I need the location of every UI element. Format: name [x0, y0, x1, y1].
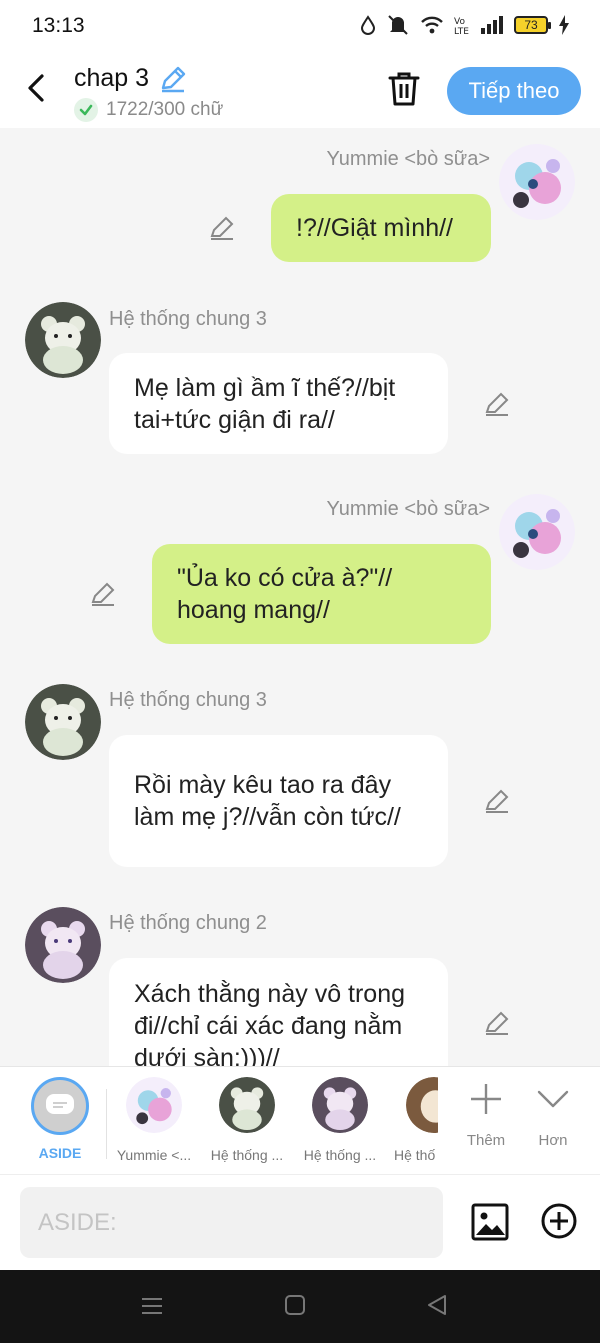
message-bubble[interactable]: Xách thằng này vô trong đi//chỉ cái xác …: [109, 958, 448, 1066]
header: chap 3 1722/300 chữ Tiếp theo: [0, 52, 600, 128]
wifi-icon: [421, 16, 443, 34]
mute-icon: [388, 15, 408, 35]
aside-label: ASIDE: [38, 1145, 82, 1161]
character-item[interactable]: Hệ thống ...: [295, 1077, 385, 1163]
avatar[interactable]: [25, 907, 101, 983]
pencil-icon[interactable]: [483, 390, 511, 418]
signal-icon: [481, 16, 503, 34]
svg-text:Vo: Vo: [454, 17, 465, 27]
drop-icon: [360, 15, 376, 35]
pencil-icon[interactable]: [483, 787, 511, 815]
check-icon: [74, 98, 98, 122]
trash-icon[interactable]: [386, 70, 422, 108]
character-label: Hệ thống ...: [210, 1147, 284, 1163]
character-label: Yummie <...: [116, 1147, 192, 1163]
message-input[interactable]: [20, 1187, 443, 1258]
system-nav-bar: [0, 1270, 600, 1343]
charging-icon: [559, 15, 569, 35]
svg-text:LTE: LTE: [454, 27, 469, 35]
home-icon[interactable]: [284, 1294, 306, 1316]
message-bubble[interactable]: Mẹ làm gì ầm ĩ thế?//bịt tai+tức giận đi…: [109, 353, 448, 454]
pencil-icon[interactable]: [483, 1009, 511, 1037]
status-bar: 13:13 Vo LTE 73: [0, 0, 600, 52]
character-item[interactable]: Hệ thố: [388, 1077, 438, 1163]
pencil-icon[interactable]: [89, 580, 117, 608]
word-count: 1722/300 chữ: [106, 99, 224, 120]
avatar[interactable]: [499, 144, 575, 220]
aside-selector[interactable]: ASIDE: [15, 1077, 105, 1161]
avatar: [406, 1077, 438, 1133]
character-item[interactable]: Hệ thống ...: [202, 1077, 292, 1163]
more-button[interactable]: Hơn: [523, 1081, 583, 1149]
back-icon[interactable]: [22, 70, 52, 106]
back-nav-icon[interactable]: [426, 1294, 448, 1316]
input-row: [0, 1174, 600, 1270]
message-sender: Hệ thống chung 3: [109, 308, 267, 330]
message-sender: Hệ thống chung 3: [109, 689, 267, 711]
chat-area[interactable]: Yummie <bò sữa> !?//Giật mình// Hệ thống…: [0, 128, 600, 1066]
battery-indicator: 73: [514, 16, 551, 34]
status-time: 13:13: [32, 14, 85, 37]
message-bubble[interactable]: Rồi mày kêu tao ra đây làm mẹ j?//vẫn cò…: [109, 735, 448, 867]
avatar: [219, 1077, 275, 1133]
chevron-down-icon: [537, 1090, 569, 1108]
aside-icon: [31, 1077, 89, 1135]
message-bubble[interactable]: !?//Giật mình//: [271, 194, 491, 262]
more-label: Hơn: [538, 1132, 568, 1149]
character-item[interactable]: Yummie <...: [109, 1077, 199, 1163]
next-button[interactable]: Tiếp theo: [447, 67, 581, 115]
message-sender: Yummie <bò sữa>: [326, 498, 490, 520]
message-bubble[interactable]: "Ủa ko có cửa à?"// hoang mang//: [152, 544, 491, 644]
character-label: Hệ thố: [394, 1147, 436, 1163]
avatar: [126, 1077, 182, 1133]
page-title: chap 3: [74, 64, 150, 92]
plus-circle-icon[interactable]: [540, 1202, 578, 1240]
status-icons: Vo LTE 73: [360, 14, 570, 36]
avatar[interactable]: [25, 684, 101, 760]
pencil-icon[interactable]: [208, 214, 236, 242]
add-character-button[interactable]: Thêm: [456, 1081, 516, 1149]
avatar[interactable]: [499, 494, 575, 570]
image-icon[interactable]: [470, 1202, 510, 1242]
volte-icon: VoLTE: [454, 17, 469, 35]
divider: [106, 1089, 107, 1159]
pencil-icon[interactable]: [158, 64, 188, 94]
character-bar: ASIDE Yummie <... Hệ thống ... Hệ thống …: [0, 1066, 600, 1174]
message-sender: Hệ thống chung 2: [109, 912, 267, 934]
avatar[interactable]: [25, 302, 101, 378]
character-label: Hệ thống ...: [303, 1147, 377, 1163]
menu-icon[interactable]: [140, 1294, 164, 1318]
message-sender: Yummie <bò sữa>: [326, 148, 490, 170]
add-label: Thêm: [466, 1132, 506, 1149]
add-icon: [471, 1084, 501, 1114]
word-count-row: 1722/300 chữ: [74, 98, 223, 122]
avatar: [312, 1077, 368, 1133]
